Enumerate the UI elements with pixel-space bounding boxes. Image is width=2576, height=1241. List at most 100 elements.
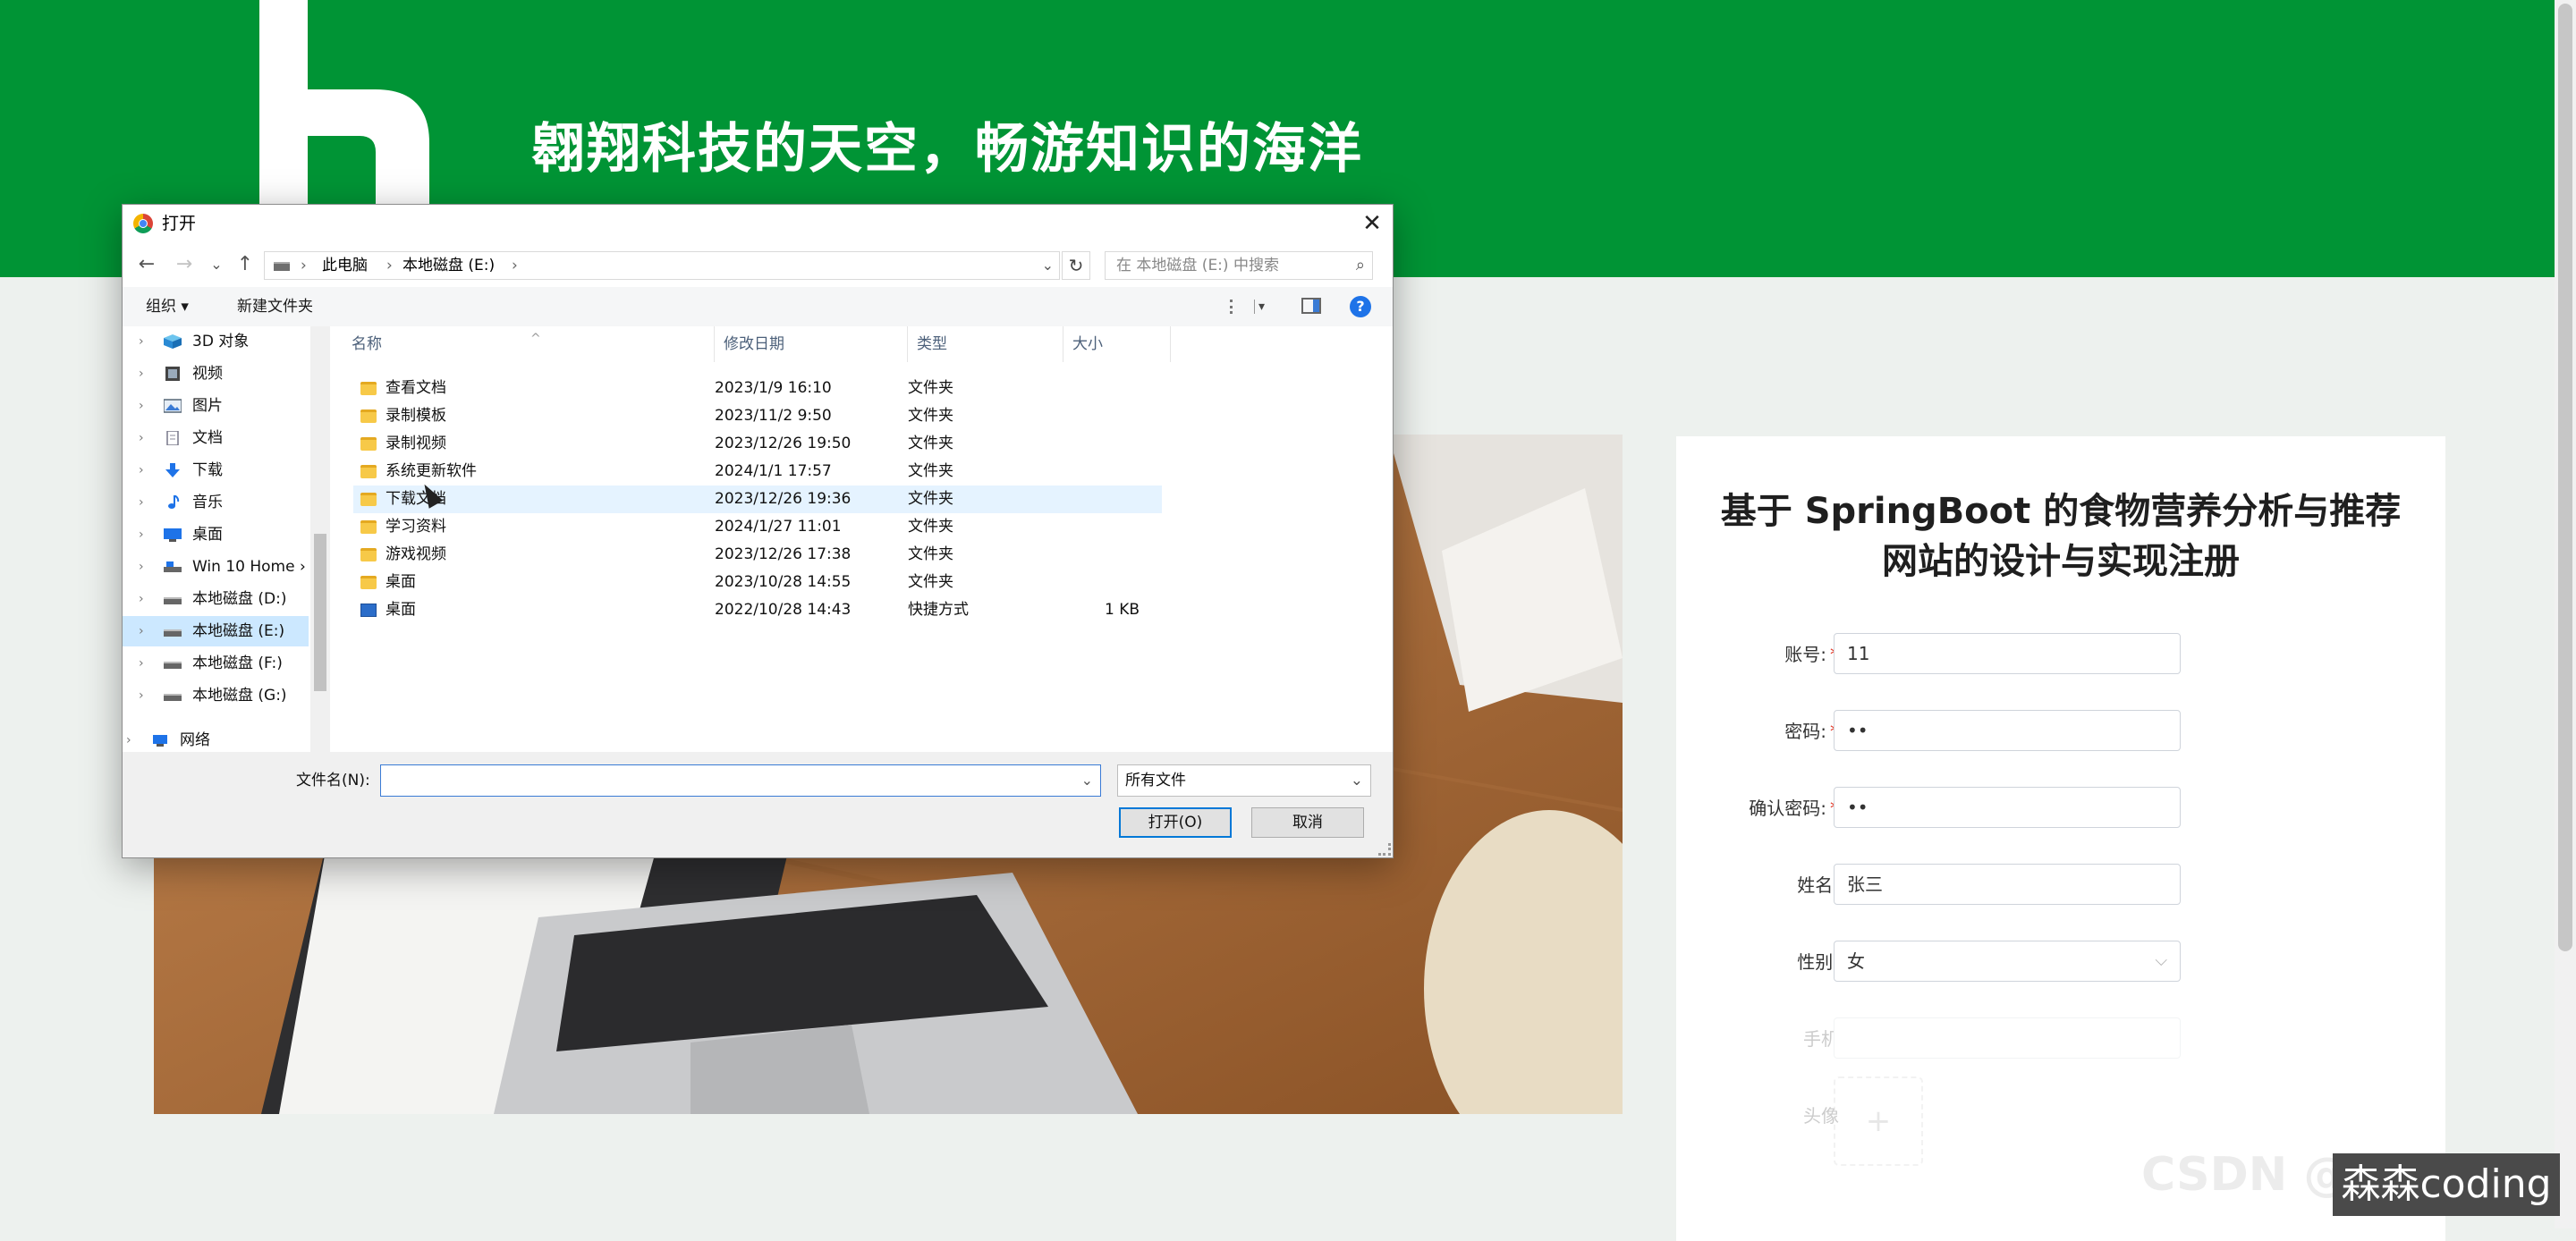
- navigation-pane: › 3D 对象 › 视频 › 图片 › 文档 › 下载 › 音乐 › 桌面 › Win 10 H…: [123, 326, 330, 752]
- resize-grip[interactable]: [1378, 843, 1391, 856]
- document-icon: [166, 431, 179, 445]
- sort-ascending-icon: ^: [530, 332, 541, 346]
- account-label: 账号:*: [1784, 644, 1839, 665]
- dialog-title: 打开: [162, 214, 197, 233]
- sidebar-item-win10-home[interactable]: › Win 10 Home ›: [123, 552, 309, 582]
- view-dropdown[interactable]: ▾: [1258, 287, 1265, 326]
- account-row: 账号:* 11: [1676, 633, 2445, 676]
- sidebar-item-documents[interactable]: › 文档: [123, 423, 309, 453]
- column-type[interactable]: 类型: [908, 326, 1063, 362]
- file-row[interactable]: 下载文档 2023/12/26 19:36 文件夹: [353, 485, 1162, 513]
- drive-icon: [274, 262, 290, 271]
- dialog-titlebar[interactable]: 打开 ✕: [123, 205, 1393, 242]
- download-icon: [165, 463, 180, 477]
- folder-icon: [360, 520, 377, 534]
- password-label: 密码:*: [1784, 721, 1839, 742]
- column-size[interactable]: 大小: [1063, 326, 1171, 362]
- folder-icon: [360, 465, 377, 478]
- sidebar-item-pictures[interactable]: › 图片: [123, 391, 309, 421]
- network-icon: [153, 735, 167, 747]
- sidebar-item-3d-objects[interactable]: › 3D 对象: [123, 326, 309, 357]
- column-modified[interactable]: 修改日期: [715, 326, 908, 362]
- preview-pane-icon[interactable]: [1301, 298, 1321, 314]
- chrome-icon: [133, 214, 153, 233]
- breadcrumb-this-pc[interactable]: 此电脑: [322, 252, 368, 279]
- dialog-footer: 文件名(N): ⌄ 所有文件 ⌄ 打开(O) 取消: [123, 752, 1393, 857]
- sidebar-item-network[interactable]: › 网络: [123, 725, 296, 752]
- drive-icon: [164, 561, 182, 572]
- sidebar-item-desktop[interactable]: › 桌面: [123, 519, 309, 550]
- video-icon: [165, 367, 180, 381]
- new-folder-button[interactable]: 新建文件夹: [237, 287, 313, 326]
- site-slogan: 翱翔科技的天空，畅游知识的海洋: [531, 118, 1363, 181]
- navigation-scrollbar[interactable]: [310, 326, 330, 752]
- back-icon[interactable]: ←: [133, 251, 160, 278]
- picture-icon: [164, 399, 182, 413]
- up-folder-icon[interactable]: ↑: [232, 251, 258, 278]
- cancel-button[interactable]: 取消: [1251, 807, 1364, 838]
- search-input[interactable]: 在 本地磁盘 (E:) 中搜索 ⌕: [1105, 251, 1373, 280]
- cube-icon: [164, 334, 182, 349]
- help-icon[interactable]: ?: [1350, 296, 1371, 317]
- refresh-icon[interactable]: ↻: [1062, 251, 1090, 280]
- confirm-password-input[interactable]: ••: [1834, 787, 2181, 828]
- chevron-down-icon: ⌵: [2155, 951, 2167, 970]
- name-input[interactable]: 张三: [1834, 864, 2181, 905]
- sidebar-item-downloads[interactable]: › 下载: [123, 455, 309, 485]
- sidebar-item-videos[interactable]: › 视频: [123, 359, 309, 389]
- sidebar-item-music[interactable]: › 音乐: [123, 487, 309, 518]
- account-input[interactable]: 11: [1834, 633, 2181, 674]
- gender-value: 女: [1847, 950, 1865, 972]
- avatar-upload[interactable]: +: [1834, 1076, 1923, 1166]
- chevron-down-icon[interactable]: ⌄: [1042, 252, 1054, 279]
- music-icon: [168, 495, 180, 509]
- chevron-down-icon: ⌄: [1350, 772, 1363, 789]
- view-options-icon[interactable]: [1230, 300, 1255, 314]
- file-row[interactable]: 查看文档 2023/1/9 16:10 文件夹: [353, 375, 1162, 402]
- search-icon: ⌕: [1355, 256, 1365, 274]
- file-row[interactable]: 游戏视频 2023/12/26 17:38 文件夹: [353, 541, 1162, 569]
- filename-label: 文件名(N):: [296, 772, 370, 789]
- file-row[interactable]: 系统更新软件 2024/1/1 17:57 文件夹: [353, 458, 1162, 485]
- phone-input[interactable]: [1834, 1017, 2181, 1059]
- register-card: 基于 SpringBoot 的食物营养分析与推荐 网站的设计与实现注册 账号:*…: [1676, 436, 2445, 1241]
- forward-icon[interactable]: →: [171, 251, 198, 278]
- phone-row: 手机: [1676, 1017, 2445, 1060]
- password-input[interactable]: ••: [1834, 710, 2181, 751]
- filename-input[interactable]: ⌄: [380, 764, 1101, 797]
- gender-select[interactable]: 女 ⌵: [1834, 941, 2181, 982]
- video-watermark: 森森coding: [2333, 1153, 2560, 1216]
- breadcrumb-drive-e[interactable]: 本地磁盘 (E:): [402, 252, 495, 279]
- address-box[interactable]: › 此电脑 › 本地磁盘 (E:) › ⌄: [264, 251, 1060, 280]
- sidebar-item-drive-f[interactable]: › 本地磁盘 (F:): [123, 648, 309, 679]
- file-row[interactable]: 桌面 2023/10/28 14:55 文件夹: [353, 569, 1162, 596]
- sidebar-item-drive-e[interactable]: › 本地磁盘 (E:): [123, 616, 309, 646]
- file-list: 名称 ^ 修改日期 类型 大小 查看文档 2023/1/9 16:10 文件夹 录制…: [330, 326, 1393, 752]
- desktop-icon: [164, 528, 182, 542]
- shortcut-icon: [360, 604, 377, 617]
- organize-menu[interactable]: 组织 ▾: [146, 287, 189, 326]
- file-row[interactable]: 桌面 2022/10/28 14:43 快捷方式 1 KB: [353, 596, 1162, 624]
- folder-icon: [360, 409, 377, 423]
- gender-row: 性别: 女 ⌵: [1676, 941, 2445, 984]
- file-row[interactable]: 录制模板 2023/11/2 9:50 文件夹: [353, 402, 1162, 430]
- file-row[interactable]: 录制视频 2023/12/26 19:50 文件夹: [353, 430, 1162, 458]
- gender-label: 性别:: [1797, 951, 1839, 973]
- password-row: 密码:* ••: [1676, 710, 2445, 753]
- filetype-select[interactable]: 所有文件 ⌄: [1117, 764, 1371, 797]
- recent-locations-icon[interactable]: ⌄: [203, 251, 230, 278]
- chevron-down-icon[interactable]: ⌄: [1081, 765, 1093, 796]
- open-file-dialog: 打开 ✕ ← → ⌄ ↑ › 此电脑 › 本地磁盘 (E:) › ⌄ ↻ 在 本…: [122, 204, 1394, 858]
- page-scrollbar[interactable]: [2555, 0, 2576, 1228]
- sidebar-item-drive-g[interactable]: › 本地磁盘 (G:): [123, 680, 309, 711]
- close-button[interactable]: ✕: [1352, 205, 1393, 242]
- open-button[interactable]: 打开(O): [1119, 807, 1232, 838]
- address-bar-row: ← → ⌄ ↑ › 此电脑 › 本地磁盘 (E:) › ⌄ ↻ 在 本地磁盘 (…: [123, 242, 1393, 287]
- drive-icon: [164, 694, 182, 701]
- column-name[interactable]: 名称 ^: [343, 326, 715, 362]
- folder-icon: [360, 382, 377, 395]
- drive-icon: [164, 629, 182, 637]
- drive-icon: [164, 597, 182, 604]
- file-row[interactable]: 学习资料 2024/1/27 11:01 文件夹: [353, 513, 1162, 541]
- sidebar-item-drive-d[interactable]: › 本地磁盘 (D:): [123, 584, 309, 614]
